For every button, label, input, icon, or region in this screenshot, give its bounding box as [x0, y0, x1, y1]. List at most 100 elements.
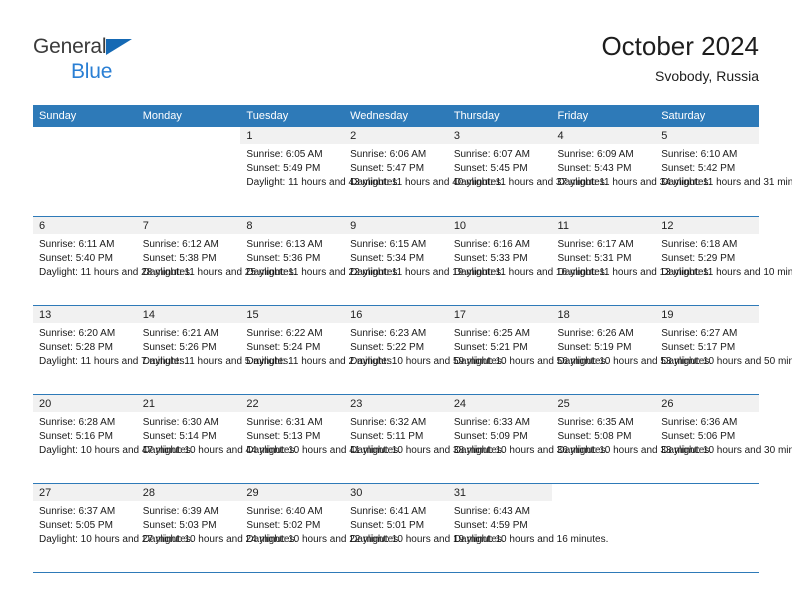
calendar-cell-day[interactable]: 11 Sunrise: 6:17 AM Sunset: 5:31 PM Dayligh…: [551, 216, 712, 306]
daylight-duration: Daylight: 10 hours and 41 minutes.: [246, 444, 401, 456]
sunset-time: Sunset: 5:01 PM: [350, 519, 425, 531]
calendar-cell-day[interactable]: 3 Sunrise: 6:07 AM Sunset: 5:45 PM Daylight…: [447, 127, 608, 217]
sunset-time: Sunset: 5:05 PM: [39, 519, 113, 531]
weekday-header-saturday: Saturday: [655, 105, 759, 127]
sunset-time: Sunset: 5:31 PM: [557, 252, 632, 264]
day-details: Sunrise: 6:31 AM Sunset: 5:13 PM Daylight:…: [240, 412, 401, 459]
sunset-time: Sunset: 5:13 PM: [246, 430, 321, 442]
day-details: Sunrise: 6:17 AM Sunset: 5:31 PM Daylight:…: [552, 234, 712, 281]
calendar-cell-day[interactable]: 23 Sunrise: 6:32 AM Sunset: 5:11 PM Dayligh…: [344, 394, 505, 484]
daylight-duration: Daylight: 11 hours and 13 minutes.: [557, 266, 712, 278]
day-number: 26: [655, 394, 759, 412]
day-number: 4: [551, 127, 656, 144]
sunrise-time: Sunrise: 6:30 AM: [142, 416, 219, 428]
daylight-duration: Daylight: 10 hours and 47 minutes.: [39, 444, 194, 456]
sunrise-time: Sunrise: 6:21 AM: [142, 327, 219, 339]
calendar-cell-day[interactable]: 28 Sunrise: 6:39 AM Sunset: 5:03 PM Dayligh…: [136, 483, 297, 573]
day-details: Sunrise: 6:26 AM Sunset: 5:19 PM Daylight:…: [552, 323, 713, 370]
day-number: [655, 483, 759, 501]
day-number: 10: [447, 216, 552, 234]
calendar-cell-day[interactable]: 8 Sunrise: 6:13 AM Sunset: 5:36 PM Daylight…: [240, 216, 400, 306]
sunrise-time: Sunrise: 6:15 AM: [350, 238, 427, 250]
day-number: 19: [655, 305, 759, 323]
daylight-duration: Daylight: 10 hours and 27 minutes.: [39, 533, 194, 545]
sunset-time: Sunset: 5:24 PM: [246, 341, 321, 353]
calendar-cell-day[interactable]: 17 Sunrise: 6:25 AM Sunset: 5:21 PM Dayligh…: [447, 305, 608, 395]
sunrise-time: Sunrise: 6:07 AM: [453, 149, 530, 160]
daylight-duration: Daylight: 11 hours and 10 minutes.: [661, 266, 792, 278]
calendar-cell-day[interactable]: 20 Sunrise: 6:28 AM Sunset: 5:16 PM Dayligh…: [33, 394, 194, 484]
calendar-cell-day[interactable]: 1 Sunrise: 6:05 AM Sunset: 5:49 PM Daylight…: [240, 127, 401, 217]
day-number: 1: [240, 127, 345, 144]
day-number: 5: [655, 127, 759, 144]
day-details: Sunrise: 6:32 AM Sunset: 5:11 PM Daylight:…: [344, 412, 505, 459]
sunrise-time: Sunrise: 6:18 AM: [661, 238, 738, 250]
calendar-cell-day[interactable]: 25 Sunrise: 6:35 AM Sunset: 5:08 PM Dayligh…: [551, 394, 713, 484]
daylight-duration: Daylight: 11 hours and 43 minutes.: [246, 177, 401, 189]
calendar-cell-day[interactable]: 29 Sunrise: 6:40 AM Sunset: 5:02 PM Dayligh…: [240, 483, 401, 573]
sunrise-time: Sunrise: 6:27 AM: [661, 327, 738, 339]
day-details: Sunrise: 6:33 AM Sunset: 5:09 PM Daylight:…: [448, 412, 609, 459]
sunrise-time: Sunrise: 6:26 AM: [557, 327, 634, 339]
calendar-cell-empty: [33, 127, 137, 217]
sunrise-time: Sunrise: 6:25 AM: [453, 327, 530, 339]
day-number: 27: [33, 483, 137, 501]
calendar-cell-day[interactable]: 26 Sunrise: 6:36 AM Sunset: 5:06 PM Dayligh…: [655, 394, 792, 484]
sunset-time: Sunset: 5:26 PM: [142, 341, 217, 353]
day-details: Sunrise: 6:36 AM Sunset: 5:06 PM Daylight:…: [655, 412, 792, 459]
calendar-cell-day[interactable]: 6 Sunrise: 6:11 AM Sunset: 5:40 PM Daylight…: [33, 216, 193, 306]
day-details: Sunrise: 6:35 AM Sunset: 5:08 PM Daylight:…: [552, 412, 713, 459]
calendar-cell-day[interactable]: 2 Sunrise: 6:06 AM Sunset: 5:47 PM Daylight…: [344, 127, 504, 217]
day-number: [136, 127, 241, 144]
calendar-cell-day[interactable]: 22 Sunrise: 6:31 AM Sunset: 5:13 PM Dayligh…: [240, 394, 401, 484]
calendar-grid: Sunday Monday Tuesday Wednesday Thursday Frid…: [33, 105, 792, 573]
calendar-cell-day[interactable]: 14 Sunrise: 6:21 AM Sunset: 5:26 PM Dayligh…: [136, 305, 291, 395]
daylight-duration: Daylight: 10 hours and 33 minutes.: [557, 444, 713, 456]
calendar-cell-day[interactable]: 5 Sunrise: 6:10 AM Sunset: 5:42 PM Daylight…: [655, 127, 792, 217]
calendar-cell-day[interactable]: 24 Sunrise: 6:33 AM Sunset: 5:09 PM Dayligh…: [447, 394, 609, 484]
sunrise-time: Sunrise: 6:35 AM: [557, 416, 634, 428]
day-number: 18: [551, 305, 656, 323]
day-details: Sunrise: 6:13 AM Sunset: 5:36 PM Daylight:…: [240, 234, 400, 281]
day-details: Sunrise: 6:30 AM Sunset: 5:14 PM Daylight:…: [137, 412, 298, 459]
calendar-cell-day[interactable]: 4 Sunrise: 6:09 AM Sunset: 5:43 PM Daylight…: [551, 127, 711, 217]
day-details: Sunrise: 6:12 AM Sunset: 5:38 PM Daylight:…: [137, 234, 297, 281]
calendar-week-row: 6 Sunrise: 6:11 AM Sunset: 5:40 PM Daylight…: [33, 216, 792, 306]
weekday-header-wednesday: Wednesday: [344, 105, 448, 127]
sunset-time: Sunset: 5:33 PM: [453, 252, 528, 264]
weekday-header-tuesday: Tuesday: [240, 105, 345, 127]
calendar-cell-day[interactable]: 18 Sunrise: 6:26 AM Sunset: 5:19 PM Dayligh…: [551, 305, 713, 395]
day-details: Sunrise: 6:07 AM Sunset: 5:45 PM Daylight:…: [448, 144, 608, 191]
calendar-cell-day[interactable]: 9 Sunrise: 6:15 AM Sunset: 5:34 PM Daylight…: [344, 216, 504, 306]
calendar-cell-day[interactable]: 19 Sunrise: 6:27 AM Sunset: 5:17 PM Dayligh…: [655, 305, 792, 395]
sunrise-time: Sunrise: 6:32 AM: [350, 416, 427, 428]
calendar-cell-day[interactable]: 10 Sunrise: 6:16 AM Sunset: 5:33 PM Dayligh…: [447, 216, 608, 306]
daylight-duration: Daylight: 11 hours and 31 minutes.: [661, 177, 792, 189]
daylight-duration: Daylight: 10 hours and 59 minutes.: [350, 355, 505, 367]
day-number: 8: [240, 216, 345, 234]
daylight-duration: Daylight: 11 hours and 5 minutes.: [142, 355, 291, 367]
sunrise-time: Sunrise: 6:09 AM: [557, 149, 634, 160]
daylight-duration: Daylight: 10 hours and 50 minutes.: [661, 355, 792, 367]
calendar-cell-day[interactable]: 13 Sunrise: 6:20 AM Sunset: 5:28 PM Dayligh…: [33, 305, 187, 395]
sunrise-time: Sunrise: 6:17 AM: [557, 238, 634, 250]
daylight-duration: Daylight: 10 hours and 19 minutes.: [350, 533, 505, 545]
sunrise-time: Sunrise: 6:39 AM: [142, 505, 219, 517]
calendar-cell-day[interactable]: 30 Sunrise: 6:41 AM Sunset: 5:01 PM Dayligh…: [344, 483, 505, 573]
calendar-cell-day[interactable]: 7 Sunrise: 6:12 AM Sunset: 5:38 PM Daylight…: [136, 216, 297, 306]
logo-top-row: General: [33, 36, 163, 60]
day-number: 3: [447, 127, 552, 144]
calendar-cell-day[interactable]: 21 Sunrise: 6:30 AM Sunset: 5:14 PM Dayligh…: [136, 394, 298, 484]
daylight-duration: Daylight: 11 hours and 40 minutes.: [350, 177, 504, 189]
calendar-cell-day[interactable]: 27 Sunrise: 6:37 AM Sunset: 5:05 PM Dayligh…: [33, 483, 194, 573]
calendar-cell-day[interactable]: 16 Sunrise: 6:23 AM Sunset: 5:22 PM Dayligh…: [344, 305, 505, 395]
calendar-cell-day[interactable]: 31 Sunrise: 6:43 AM Sunset: 4:59 PM Dayligh…: [447, 483, 608, 573]
daylight-duration: Daylight: 11 hours and 2 minutes.: [246, 355, 395, 367]
calendar-cell-day[interactable]: 15 Sunrise: 6:22 AM Sunset: 5:24 PM Dayligh…: [240, 305, 395, 395]
general-blue-logo[interactable]: General Blue: [33, 36, 163, 88]
day-number: 14: [136, 305, 241, 323]
day-details: Sunrise: 6:40 AM Sunset: 5:02 PM Daylight:…: [240, 501, 401, 548]
sunset-time: Sunset: 5:43 PM: [557, 163, 632, 175]
sunrise-time: Sunrise: 6:41 AM: [350, 505, 427, 517]
calendar-cell-day[interactable]: 12 Sunrise: 6:18 AM Sunset: 5:29 PM Dayligh…: [655, 216, 792, 306]
